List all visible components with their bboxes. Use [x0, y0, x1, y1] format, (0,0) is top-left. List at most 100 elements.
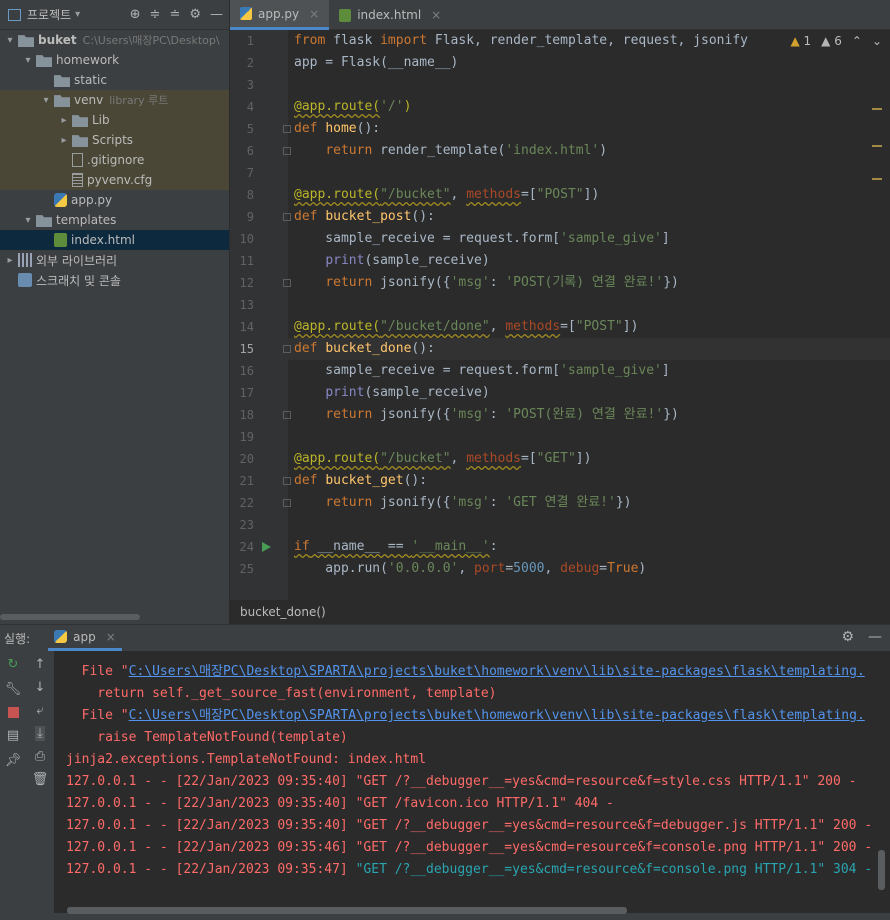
- chevron-down-icon[interactable]: ▾: [22, 55, 34, 66]
- console-vertical-scrollbar[interactable]: [878, 850, 885, 890]
- project-panel-title[interactable]: 프로젝트: [27, 6, 71, 23]
- stripe-mark[interactable]: [872, 178, 882, 180]
- code-line[interactable]: return jsonify({'msg': 'POST(기록) 연결 완료!'…: [294, 272, 679, 294]
- code-editor[interactable]: 1 2 3 4 5 6 7 8 9 10 11 12 13 14 15 16 17 18 19 20 21 22 23 24 2…: [230, 30, 890, 600]
- code-line[interactable]: return jsonify({'msg': 'GET 연결 완료!'}): [294, 492, 631, 514]
- wrench-icon[interactable]: 🔧︎: [5, 682, 22, 697]
- tree-item[interactable]: app.py: [0, 190, 229, 210]
- chevron-right-icon[interactable]: ▸: [4, 255, 16, 266]
- close-icon[interactable]: ×: [431, 8, 441, 22]
- tree-item[interactable]: ▸ Lib: [0, 110, 229, 130]
- arrow-down-icon[interactable]: ↓: [35, 680, 46, 695]
- editor-tab[interactable]: app.py ×: [230, 0, 330, 30]
- stop-icon[interactable]: [7, 707, 19, 718]
- console-line[interactable]: return self._get_source_fast(environment…: [66, 683, 496, 705]
- tree-item[interactable]: ▸ 외부 라이브러리: [0, 250, 229, 270]
- locate-icon[interactable]: ⊕: [130, 7, 141, 22]
- console-line[interactable]: jinja2.exceptions.TemplateNotFound: inde…: [66, 749, 426, 771]
- chevron-right-icon[interactable]: ▸: [58, 115, 70, 126]
- breadcrumb-item[interactable]: bucket_done(): [240, 605, 326, 619]
- code-line[interactable]: return render_template('index.html'): [294, 140, 607, 162]
- expand-all-icon[interactable]: ≑: [150, 7, 161, 22]
- close-icon[interactable]: ×: [309, 7, 319, 21]
- minimize-icon[interactable]: —: [210, 7, 223, 22]
- code-line[interactable]: @app.route("/bucket/done", methods=["POS…: [294, 316, 638, 338]
- console-horizontal-scrollbar[interactable]: [67, 907, 627, 914]
- gear-icon[interactable]: ⚙: [189, 7, 201, 22]
- tree-item[interactable]: ▾ homework: [0, 50, 229, 70]
- collapse-all-icon[interactable]: ≐: [169, 7, 180, 22]
- pin-icon[interactable]: 📌︎: [5, 753, 22, 768]
- chevron-down-icon[interactable]: ⌄: [872, 34, 882, 48]
- tree-item[interactable]: static: [0, 70, 229, 90]
- rerun-icon[interactable]: ↻: [8, 657, 19, 672]
- code-line[interactable]: def bucket_post():: [294, 206, 435, 228]
- fold-marker-icon[interactable]: [283, 279, 291, 287]
- tree-item[interactable]: index.html: [0, 230, 229, 250]
- console-line[interactable]: 127.0.0.1 - - [22/Jan/2023 09:35:40] "GE…: [66, 771, 857, 793]
- code-line[interactable]: print(sample_receive): [294, 382, 489, 404]
- console-line[interactable]: 127.0.0.1 - - [22/Jan/2023 09:35:40] "GE…: [66, 793, 614, 815]
- trash-icon[interactable]: 🗑︎: [32, 772, 49, 787]
- layout-icon[interactable]: ▤: [7, 728, 19, 743]
- fold-marker-icon[interactable]: [283, 411, 291, 419]
- tree-item[interactable]: ▾ venv library 루트: [0, 90, 229, 110]
- stripe-mark[interactable]: [872, 108, 882, 110]
- inspection-widget[interactable]: ▲ 1 ▲ 6 ⌃ ⌄: [790, 34, 882, 48]
- line-number: 21: [239, 474, 254, 488]
- chevron-down-icon[interactable]: ▾: [40, 95, 52, 106]
- chevron-down-icon[interactable]: ▾: [75, 9, 80, 20]
- editor-gutter[interactable]: 1 2 3 4 5 6 7 8 9 10 11 12 13 14 15 16 17 18 19 20 21 22 23 24 2…: [230, 30, 291, 600]
- console-line[interactable]: 127.0.0.1 - - [22/Jan/2023 09:35:47] "GE…: [66, 859, 872, 881]
- fold-marker-icon[interactable]: [283, 213, 291, 221]
- code-line[interactable]: app = Flask(__name__): [294, 52, 458, 74]
- stripe-mark[interactable]: [872, 145, 882, 147]
- fold-marker-icon[interactable]: [283, 345, 291, 353]
- code-line[interactable]: app.run('0.0.0.0', port=5000, debug=True…: [294, 558, 646, 580]
- fold-marker-icon[interactable]: [283, 147, 291, 155]
- tree-item[interactable]: .gitignore: [0, 150, 229, 170]
- close-icon[interactable]: ×: [106, 630, 116, 644]
- code-line[interactable]: @app.route('/'): [294, 96, 411, 118]
- fold-marker-icon[interactable]: [283, 125, 291, 133]
- editor-tab[interactable]: index.html ×: [329, 0, 451, 30]
- chevron-down-icon[interactable]: ▾: [4, 35, 16, 46]
- soft-wrap-icon[interactable]: ⤶: [36, 703, 43, 718]
- code-line[interactable]: sample_receive = request.form['sample_gi…: [294, 360, 669, 382]
- console-line[interactable]: 127.0.0.1 - - [22/Jan/2023 09:35:40] "GE…: [66, 815, 872, 837]
- code-line[interactable]: print(sample_receive): [294, 250, 489, 272]
- code-line[interactable]: def bucket_done():: [294, 338, 435, 360]
- console-line[interactable]: File "C:\Users\매장PC\Desktop\SPARTA\proje…: [66, 705, 865, 727]
- arrow-up-icon[interactable]: ↑: [35, 657, 46, 672]
- tree-item[interactable]: 스크래치 및 콘솔: [0, 270, 229, 290]
- tree-item[interactable]: ▾ buket C:\Users\매장PC\Desktop\: [0, 30, 229, 50]
- code-line[interactable]: @app.route("/bucket", methods=["POST"]): [294, 184, 599, 206]
- chevron-up-icon[interactable]: ⌃: [852, 34, 862, 48]
- console-line[interactable]: 127.0.0.1 - - [22/Jan/2023 09:35:46] "GE…: [66, 837, 872, 859]
- code-line[interactable]: @app.route("/bucket", methods=["GET"]): [294, 448, 591, 470]
- tree-item[interactable]: ▸ Scripts: [0, 130, 229, 150]
- run-gutter-icon[interactable]: [262, 542, 271, 552]
- tree-item[interactable]: pyvenv.cfg: [0, 170, 229, 190]
- run-tab-app[interactable]: app ×: [48, 625, 122, 651]
- code-line[interactable]: return jsonify({'msg': 'POST(완료) 연결 완료!'…: [294, 404, 679, 426]
- minimize-icon[interactable]: —: [868, 629, 882, 645]
- console-line[interactable]: raise TemplateNotFound(template): [66, 727, 347, 749]
- tree-item[interactable]: ▾ templates: [0, 210, 229, 230]
- fold-marker-icon[interactable]: [283, 499, 291, 507]
- chevron-right-icon[interactable]: ▸: [58, 135, 70, 146]
- code-line[interactable]: def home():: [294, 118, 380, 140]
- code-line[interactable]: from flask import Flask, render_template…: [294, 30, 748, 52]
- print-icon[interactable]: ⎙: [35, 749, 45, 764]
- project-horizontal-scrollbar[interactable]: [0, 614, 140, 620]
- chevron-down-icon[interactable]: ▾: [22, 215, 34, 226]
- gear-icon[interactable]: ⚙: [841, 629, 854, 645]
- code-line[interactable]: def bucket_get():: [294, 470, 427, 492]
- console-line[interactable]: File "C:\Users\매장PC\Desktop\SPARTA\proje…: [66, 661, 865, 683]
- console-output[interactable]: File "C:\Users\매장PC\Desktop\SPARTA\proje…: [54, 651, 890, 913]
- code-line[interactable]: if __name__ == '__main__':: [294, 536, 498, 558]
- scroll-to-end-icon[interactable]: ⤓: [35, 726, 45, 741]
- breadcrumb[interactable]: bucket_done(): [230, 600, 890, 624]
- fold-marker-icon[interactable]: [283, 477, 291, 485]
- code-line[interactable]: sample_receive = request.form['sample_gi…: [294, 228, 669, 250]
